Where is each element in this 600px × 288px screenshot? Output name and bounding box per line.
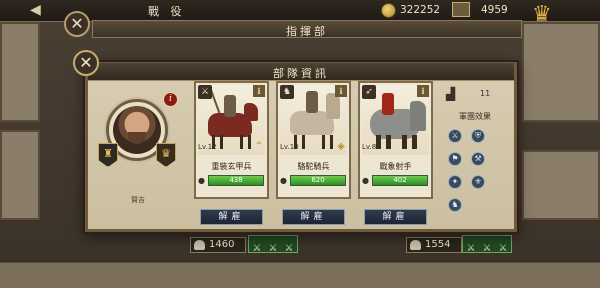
general-portrait (113, 106, 161, 154)
bg-card (0, 22, 40, 122)
person-icon: ● (280, 176, 287, 185)
book-icon (452, 2, 470, 17)
close-command-button[interactable]: ✕ (64, 11, 90, 37)
info-icon[interactable]: i (417, 85, 429, 97)
camel-icon: ♞ (280, 85, 294, 99)
info-icon[interactable]: i (253, 85, 265, 97)
rank-chevron-icon: ⌃ (254, 141, 264, 152)
bg-power-left: 1460 (190, 237, 246, 253)
troop-name: 重裝玄甲兵 (211, 162, 252, 171)
troop-hp-value: 402 (393, 176, 407, 184)
back-button[interactable]: ◀ (30, 2, 41, 18)
troop-hp-bar: 402 (372, 175, 428, 186)
crown-icon[interactable]: ♛ (532, 2, 552, 27)
effect-icon[interactable]: ⚜ (471, 175, 486, 189)
legion-effect-label: 軍團效果 (459, 112, 491, 121)
bg-power-right: 1554 (406, 237, 462, 253)
bg-unit-icons-left: ⚔ ⚔ ⚔ (248, 235, 298, 254)
bottom-strip (0, 262, 600, 288)
helmet-icon (410, 240, 421, 250)
troop-hp-value: 620 (311, 176, 325, 184)
troop-hp-bar: 620 (290, 175, 346, 186)
command-header: 指揮部 (92, 20, 522, 38)
troop-level: Lv.10 (280, 143, 299, 151)
dismiss-button[interactable]: 解雇 (364, 209, 427, 225)
dismiss-button[interactable]: 解雇 (200, 209, 263, 225)
sword-icon: ⚔ (268, 243, 278, 254)
sword-icon: ⚔ (252, 243, 262, 254)
sword-icon: ⚔ (284, 243, 294, 254)
troop-card[interactable]: ⚔ i Lv.12 ⌃ 重裝玄甲兵 ● 438 (194, 81, 269, 199)
legion-effect-panel: ▟ 11 軍團效果 ⚔ ⛨ ⚑ ⚒ ✦ ⚜ ♞ (440, 83, 510, 223)
person-icon: ● (198, 176, 205, 185)
bg-card (0, 130, 40, 220)
troop-card[interactable]: ♞ i Lv.10 ◈ 駱駝騎兵 ● 620 (276, 81, 351, 199)
crown-badge-icon: ♛ (156, 143, 176, 167)
close-modal-button[interactable]: ✕ (73, 50, 99, 76)
troop-hp-bar: 438 (208, 175, 264, 186)
general-info-icon[interactable]: i (163, 92, 178, 107)
modal-header: 部隊資訊 (88, 63, 514, 81)
troop-name: 戰象射手 (379, 162, 412, 171)
gold-amount: 322252 (400, 4, 441, 16)
effect-icon[interactable]: ✦ (448, 175, 462, 189)
troop-info-modal: 部隊資訊 i ♜ ♛ 贊吉 ⚔ i Lv.12 ⌃ 重裝玄甲兵 ● 438 ♞ … (85, 62, 517, 232)
lance-icon: ⚔ (198, 85, 212, 99)
effect-icon[interactable]: ⚒ (471, 152, 486, 166)
troop-hp-value: 438 (229, 176, 243, 184)
info-icon[interactable]: i (335, 85, 347, 97)
command-title: 指揮部 (286, 25, 328, 38)
general-panel: i ♜ ♛ 贊吉 (98, 87, 184, 225)
castle-badge-icon: ♜ (98, 143, 118, 167)
troop-level: Lv.8 (362, 143, 377, 151)
effect-icon[interactable]: ⚑ (448, 152, 462, 166)
gold-coin-icon (381, 3, 396, 18)
sword-icon: ⚔ (498, 243, 508, 254)
troop-level: Lv.12 (198, 143, 217, 151)
bg-card (522, 22, 600, 122)
effect-icon[interactable]: ♞ (448, 198, 462, 212)
rank-shield-icon: ◈ (337, 141, 345, 152)
general-name: 贊吉 (131, 196, 145, 204)
legion-effect-icons: ⚔ ⛨ ⚑ ⚒ ✦ ⚜ ♞ (446, 123, 506, 215)
book-amount: 4959 (481, 4, 508, 16)
top-bar: ◀ 戰 役 322252 4959 ♛ (0, 0, 600, 27)
sword-icon: ⚔ (466, 243, 476, 254)
effect-icon[interactable]: ⚔ (448, 129, 462, 143)
effect-icon[interactable]: ⛨ (471, 129, 486, 143)
movement-value: 11 (480, 89, 491, 98)
helmet-icon (194, 240, 205, 250)
sword-icon: ⚔ (482, 243, 492, 254)
screen-title: 戰 役 (148, 5, 186, 18)
dismiss-button[interactable]: 解雇 (282, 209, 345, 225)
bg-card (522, 150, 600, 220)
troop-name: 駱駝騎兵 (297, 162, 330, 171)
person-icon: ● (362, 176, 369, 185)
modal-title: 部隊資訊 (273, 67, 329, 80)
boot-icon: ▟ (446, 87, 456, 101)
troop-card[interactable]: ➶ i Lv.8 戰象射手 ● 402 (358, 81, 433, 199)
bg-unit-icons-right: ⚔ ⚔ ⚔ (462, 235, 512, 254)
bow-icon: ➶ (362, 85, 376, 99)
